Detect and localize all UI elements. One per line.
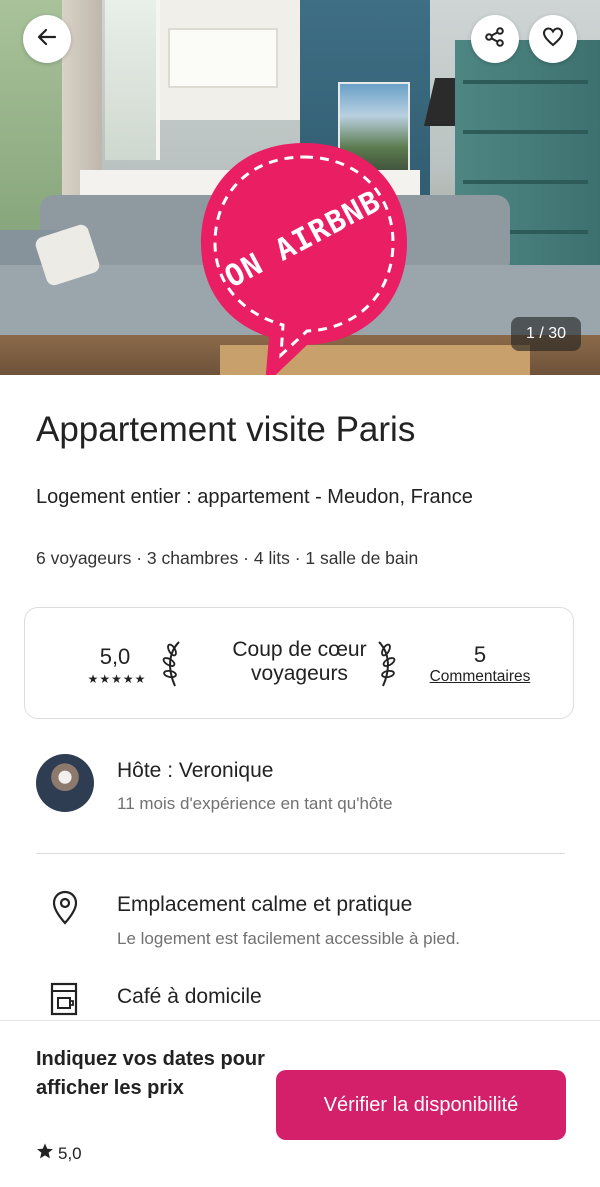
back-button[interactable] (23, 15, 71, 63)
booking-bar: Indiquez vos dates pour afficher les pri… (0, 1020, 600, 1187)
host-name: Hôte : Veronique (117, 759, 274, 782)
bar-rating-value: 5,0 (58, 1143, 82, 1163)
feature-desc-location: Le logement est facilement accessible à … (117, 929, 461, 948)
photo-counter: 1 / 30 (511, 317, 581, 351)
bar-rating: 5,0 (36, 1142, 82, 1165)
arrow-left-icon (36, 26, 58, 53)
coffee-machine-icon (50, 982, 78, 1016)
feature-title-location: Emplacement calme et pratique (117, 893, 413, 916)
rating-card[interactable]: 5,0 ★★★★★ Coup de cœur voyageurs 5 Comme… (24, 607, 574, 719)
favorite-button[interactable] (529, 15, 577, 63)
section-divider (36, 853, 565, 854)
laurel-left-icon (162, 641, 180, 687)
share-icon (484, 26, 506, 53)
listing-subtitle: Logement entier : appartement - Meudon, … (36, 486, 473, 508)
laurel-right-icon (378, 641, 396, 687)
price-prompt: Indiquez vos dates pour afficher les pri… (36, 1048, 265, 1099)
check-availability-button[interactable]: Vérifier la disponibilité (276, 1070, 566, 1140)
location-pin-icon (52, 890, 78, 925)
photo-window (105, 0, 160, 160)
star-icon (36, 1142, 54, 1165)
feature-title-coffee: Café à domicile (117, 985, 262, 1008)
host-experience: 11 mois d'expérience en tant qu'hôte (117, 794, 393, 813)
review-count: 5 (473, 642, 487, 667)
listing-details: 6 voyageurs · 3 chambres · 4 lits · 1 sa… (36, 548, 419, 568)
photo-kitchen (160, 0, 300, 120)
rating-score: 5,0 (99, 644, 131, 669)
share-button[interactable] (471, 15, 519, 63)
host-avatar[interactable] (36, 754, 94, 812)
listing-title: Appartement visite Paris (36, 410, 416, 449)
heart-icon (542, 26, 564, 53)
on-airbnb-sticker: ON AIRBNB (195, 137, 413, 375)
reviews-link[interactable]: Commentaires (415, 668, 545, 686)
listing-photo[interactable]: ON AIRBNB 1 / 30 (0, 0, 600, 375)
